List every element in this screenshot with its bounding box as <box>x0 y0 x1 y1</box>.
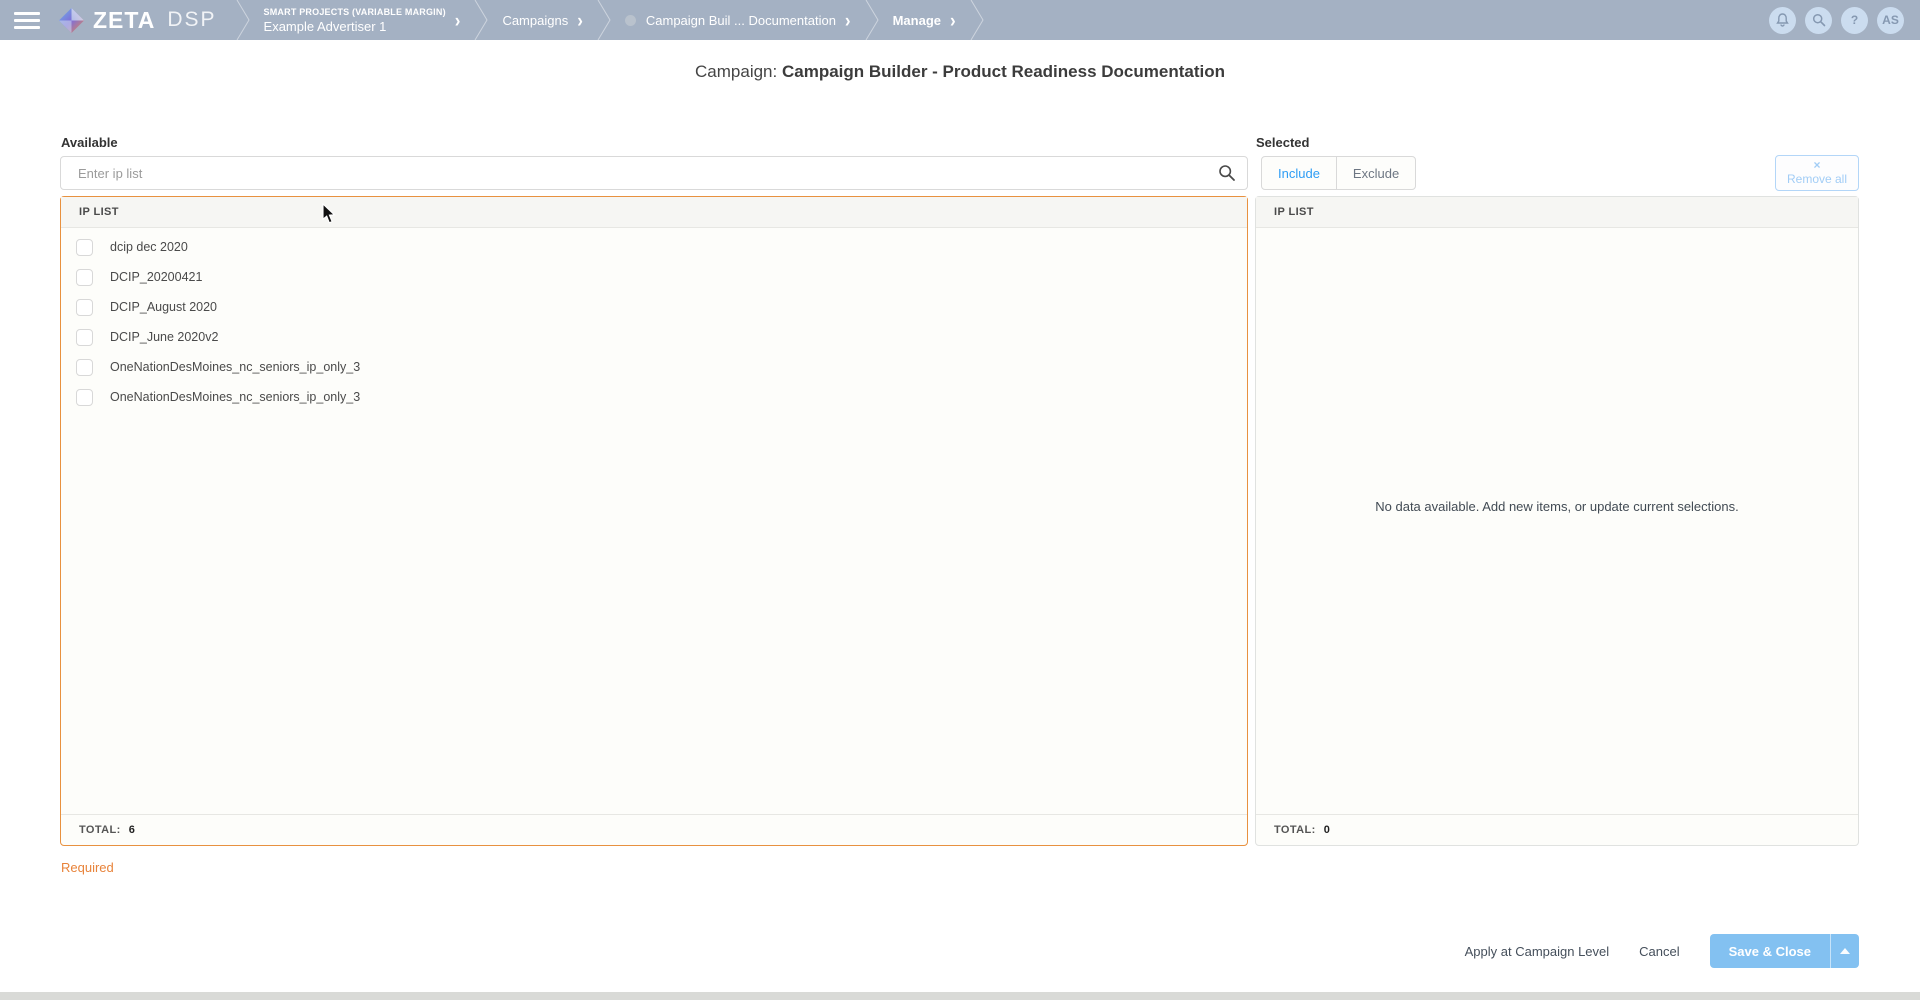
page-title-prefix: Campaign: <box>695 62 777 81</box>
chevron-right-icon: › <box>950 10 956 30</box>
ip-list-name: OneNationDesMoines_nc_seniors_ip_only_3 <box>110 390 360 404</box>
available-ip-list-panel: IP LIST dcip dec 2020 DCIP_20200421 DCIP… <box>60 196 1248 846</box>
include-exclude-toggle: Include Exclude <box>1261 156 1416 190</box>
chevron-right-icon: › <box>577 10 583 30</box>
search-icon <box>1812 13 1826 27</box>
available-total-value: 6 <box>129 824 136 836</box>
save-split-button: Save & Close <box>1710 934 1859 968</box>
breadcrumb-project-eyebrow: SMART PROJECTS (VARIABLE MARGIN) <box>264 7 446 17</box>
available-total-label: TOTAL: <box>79 824 121 836</box>
ip-list-checkbox[interactable] <box>76 329 93 346</box>
ip-list-name: DCIP_June 2020v2 <box>110 330 218 344</box>
close-icon: × <box>1813 159 1820 173</box>
avatar-initials: AS <box>1882 13 1899 27</box>
required-warning: Required <box>61 860 114 875</box>
breadcrumb-divider <box>969 0 985 40</box>
selected-total-label: TOTAL: <box>1274 824 1316 836</box>
available-total-bar: TOTAL: 6 <box>61 814 1247 845</box>
campaign-status-dot-icon <box>625 15 636 26</box>
ip-list-row[interactable]: DCIP_June 2020v2 <box>61 322 1247 352</box>
save-options-dropdown-button[interactable] <box>1830 934 1859 968</box>
ip-list-search <box>60 156 1248 190</box>
exclude-tab[interactable]: Exclude <box>1337 157 1415 189</box>
selected-ip-list-panel: IP LIST No data available. Add new items… <box>1255 196 1859 846</box>
breadcrumb-divider <box>596 0 612 40</box>
ip-list-checkbox[interactable] <box>76 269 93 286</box>
selected-column-header: IP LIST <box>1256 197 1858 228</box>
breadcrumb-divider <box>864 0 880 40</box>
available-section-label: Available <box>61 135 118 150</box>
include-tab[interactable]: Include <box>1262 157 1337 189</box>
ip-list-row[interactable]: DCIP_August 2020 <box>61 292 1247 322</box>
caret-up-icon <box>1840 948 1850 954</box>
breadcrumb-divider <box>235 0 251 40</box>
notifications-button[interactable] <box>1769 7 1796 34</box>
breadcrumb-campaigns-label: Campaigns <box>502 13 568 28</box>
ip-list-checkbox[interactable] <box>76 299 93 316</box>
bell-icon <box>1776 13 1789 27</box>
save-and-close-button[interactable]: Save & Close <box>1710 934 1830 968</box>
help-button[interactable]: ? <box>1841 7 1868 34</box>
ip-list-name: OneNationDesMoines_nc_seniors_ip_only_3 <box>110 360 360 374</box>
breadcrumb-advertiser-label: Example Advertiser 1 <box>264 19 446 34</box>
footer-actions: Apply at Campaign Level Cancel Save & Cl… <box>1465 934 1859 968</box>
selected-total-value: 0 <box>1324 824 1331 836</box>
page-title: Campaign: Campaign Builder - Product Rea… <box>0 62 1920 82</box>
search-input[interactable] <box>60 156 1248 190</box>
ip-list-row[interactable]: DCIP_20200421 <box>61 262 1247 292</box>
search-button[interactable] <box>1805 7 1832 34</box>
cancel-button[interactable]: Cancel <box>1639 944 1679 959</box>
page-bottom-strip <box>0 992 1920 1000</box>
breadcrumb-advertiser[interactable]: SMART PROJECTS (VARIABLE MARGIN) Example… <box>251 0 474 40</box>
breadcrumb-manage-label: Manage <box>893 13 941 28</box>
ip-list-name: DCIP_20200421 <box>110 270 202 284</box>
logo-text-zeta: ZETA <box>93 7 155 34</box>
apply-at-campaign-level-button[interactable]: Apply at Campaign Level <box>1465 944 1610 959</box>
remove-all-label: Remove all <box>1787 173 1847 187</box>
available-ip-list: dcip dec 2020 DCIP_20200421 DCIP_August … <box>61 228 1247 814</box>
search-icon[interactable] <box>1218 164 1236 182</box>
breadcrumb-divider <box>473 0 489 40</box>
ip-list-row[interactable]: OneNationDesMoines_nc_seniors_ip_only_3 <box>61 352 1247 382</box>
top-navbar: ZETA DSP SMART PROJECTS (VARIABLE MARGIN… <box>0 0 1920 40</box>
ip-list-name: DCIP_August 2020 <box>110 300 217 314</box>
breadcrumb-manage[interactable]: Manage › <box>880 0 969 40</box>
selected-section-label: Selected <box>1256 135 1309 150</box>
ip-list-name: dcip dec 2020 <box>110 240 188 254</box>
zeta-diamond-icon <box>58 7 85 34</box>
ip-list-row[interactable]: OneNationDesMoines_nc_seniors_ip_only_3 <box>61 382 1247 412</box>
ip-list-checkbox[interactable] <box>76 389 93 406</box>
ip-list-checkbox[interactable] <box>76 359 93 376</box>
question-mark-icon: ? <box>1851 13 1858 27</box>
avatar[interactable]: AS <box>1877 7 1904 34</box>
ip-list-row[interactable]: dcip dec 2020 <box>61 232 1247 262</box>
logo-text-dsp: DSP <box>167 8 216 32</box>
page-title-name: Campaign Builder - Product Readiness Doc… <box>782 62 1225 81</box>
breadcrumb-campaign-label: Campaign Buil ... Documentation <box>646 13 836 28</box>
ip-list-checkbox[interactable] <box>76 239 93 256</box>
chevron-right-icon: › <box>455 10 461 30</box>
selected-total-bar: TOTAL: 0 <box>1256 814 1858 845</box>
chevron-right-icon: › <box>845 10 851 30</box>
hamburger-menu-icon[interactable] <box>14 8 40 33</box>
selected-empty-state: No data available. Add new items, or upd… <box>1256 228 1858 814</box>
available-column-header: IP LIST <box>61 197 1247 228</box>
breadcrumb-campaigns[interactable]: Campaigns › <box>489 0 595 40</box>
breadcrumb-campaign[interactable]: Campaign Buil ... Documentation › <box>612 0 864 40</box>
empty-state-message: No data available. Add new items, or upd… <box>1375 499 1739 514</box>
zeta-dsp-logo[interactable]: ZETA DSP <box>58 7 217 34</box>
breadcrumb: SMART PROJECTS (VARIABLE MARGIN) Example… <box>235 0 985 40</box>
remove-all-button[interactable]: × Remove all <box>1775 155 1859 191</box>
navbar-actions: ? AS <box>1769 7 1904 34</box>
